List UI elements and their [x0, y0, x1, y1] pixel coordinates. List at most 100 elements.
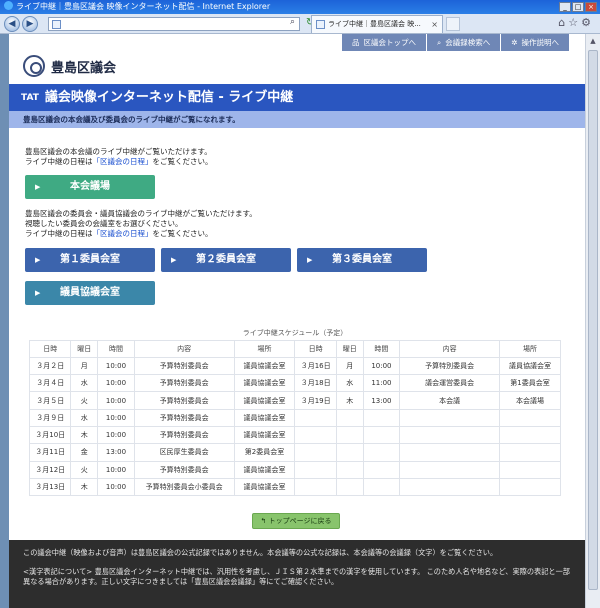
- council-meeting-room-button[interactable]: ▶ 議員協議会室: [25, 281, 155, 305]
- maximize-button[interactable]: □: [572, 2, 584, 12]
- schedule-header-cell: 日時: [28, 339, 72, 358]
- schedule-header-cell: 曜日: [335, 339, 364, 358]
- scrollbar-thumb[interactable]: [588, 50, 598, 590]
- return-arrow-icon: ↰: [260, 517, 269, 525]
- page-banner: TAT 議会映像インターネット配信 - ライブ中継: [9, 84, 585, 114]
- table-cell: 議員協議会室: [499, 356, 561, 376]
- table-cell: 本会議: [399, 391, 501, 410]
- table-cell: 11:00: [362, 374, 401, 393]
- table-cell: [399, 460, 501, 479]
- nav-minutes-search[interactable]: ⌕ 会議録検索へ: [427, 34, 502, 51]
- schedule-header-cell: 時間: [362, 339, 401, 358]
- gear-icon: ✲: [511, 38, 518, 47]
- table-cell: [335, 443, 364, 462]
- table-cell: 木: [70, 425, 99, 445]
- table-cell: ３月13日: [28, 477, 72, 497]
- table-cell: 予算特別委員会: [133, 374, 235, 393]
- nav-help[interactable]: ✲ 操作説明へ: [501, 34, 569, 51]
- schedule-link-2[interactable]: 「区議会の日程」: [93, 229, 153, 238]
- table-cell: [294, 443, 337, 462]
- top-navigation: 品区議会トップへ ⌕ 会議録検索へ ✲ 操作説明へ: [342, 34, 569, 51]
- table-cell: 木: [335, 391, 364, 410]
- schedule-caption: ライブ中継スケジュール（予定）: [242, 328, 348, 337]
- table-cell: 月: [335, 356, 364, 376]
- schedule-header-cell: 場所: [499, 339, 561, 358]
- table-cell: 議員協議会室: [233, 374, 296, 393]
- table-cell: 金: [70, 443, 99, 462]
- table-cell: ３月16日: [294, 356, 337, 376]
- table-cell: ３月11日: [28, 443, 72, 462]
- minimize-button[interactable]: _: [559, 2, 571, 12]
- back-to-top-button[interactable]: ↰ トップページに戻る: [252, 513, 340, 529]
- table-cell: 予算特別委員会: [133, 425, 235, 445]
- schedule-header-row: 日時 曜日 時間 内容 場所 日時 曜日 時間 内容 場所: [28, 339, 561, 358]
- table-cell: [362, 408, 401, 427]
- table-cell: [499, 425, 561, 445]
- table-cell: [499, 460, 561, 479]
- table-cell: 予算特別委員会: [133, 356, 235, 376]
- table-cell: 13:00: [362, 391, 401, 410]
- footer-disclaimer: この議会中継（映像および音声）は豊島区議会の公式記録ではありません。本会議等の公…: [23, 548, 498, 557]
- committee-room-3-button[interactable]: ▶ 第３委員会室: [297, 248, 427, 272]
- table-cell: 10:00: [97, 425, 135, 445]
- table-row: ３月４日水 10:00 予算特別委員会 議員協議会室 ３月18日水 11:00 議会運営委員…: [28, 374, 561, 393]
- page-footer: この議会中継（映像および音声）は豊島区議会の公式記録ではありません。本会議等の公…: [9, 540, 585, 608]
- forward-button[interactable]: ▶: [22, 16, 38, 32]
- schedule-header-cell: 日時: [294, 339, 337, 358]
- scroll-up-icon[interactable]: ▲: [586, 34, 600, 48]
- tab-label: ライブ中継｜豊島区議会 映...: [328, 20, 421, 28]
- page-content: 品区議会トップへ ⌕ 会議録検索へ ✲ 操作説明へ 豊島区議会 TAT 議会映像インタ…: [9, 34, 585, 608]
- favorites-star-icon[interactable]: ☆: [568, 16, 581, 29]
- page-icon: [52, 20, 61, 29]
- table-row: ３月11日金 13:00 区民厚生委員会 第2委員会室: [28, 443, 561, 462]
- home-icon[interactable]: ⌂: [558, 16, 568, 29]
- table-cell: ３月18日: [294, 374, 337, 393]
- table-cell: 第1委員会室: [499, 374, 561, 393]
- plenary-hall-button[interactable]: ▶ 本会議場: [25, 175, 155, 199]
- table-cell: 議員協議会室: [233, 425, 296, 445]
- schedule-header-cell: 内容: [133, 339, 235, 358]
- table-cell: 10:00: [97, 477, 135, 497]
- site-logo[interactable]: 豊島区議会: [23, 54, 116, 78]
- intro-plenary: 豊島区議会の本会議のライブ中継がご覧いただけます。 ライブ中継の日程は「区議会の…: [25, 147, 213, 166]
- table-cell: [294, 408, 337, 427]
- table-cell: 議員協議会室: [233, 477, 296, 497]
- table-cell: [362, 443, 401, 462]
- address-search-icon[interactable]: ⌕: [290, 17, 295, 27]
- back-button[interactable]: ◀: [4, 16, 20, 32]
- committee-room-2-button[interactable]: ▶ 第２委員会室: [161, 248, 291, 272]
- table-cell: ３月９日: [28, 408, 72, 427]
- nav-council-top[interactable]: 品区議会トップへ: [342, 34, 427, 51]
- table-cell: [335, 477, 364, 497]
- table-cell: [499, 408, 561, 427]
- table-row: ３月12日火 10:00 予算特別委員会 議員協議会室: [28, 460, 561, 479]
- table-cell: ３月19日: [294, 391, 337, 410]
- vertical-scrollbar[interactable]: ▲: [585, 34, 600, 608]
- table-cell: ３月５日: [28, 391, 72, 410]
- table-cell: 議員協議会室: [233, 408, 296, 427]
- table-cell: 予算特別委員会: [399, 356, 501, 376]
- page-subtitle: 豊島区議会の本会議及び委員会のライブ中継がご覧になれます。: [9, 111, 585, 128]
- table-cell: [399, 408, 501, 427]
- table-cell: ３月12日: [28, 460, 72, 479]
- table-cell: 予算特別委員会小委員会: [133, 477, 235, 497]
- settings-gear-icon[interactable]: ⚙: [581, 16, 594, 29]
- schedule-table: ライブ中継スケジュール（予定） 日時 曜日 時間 内容 場所 日時 曜日 時間 内容 場所 ３月２…: [28, 326, 561, 497]
- table-cell: 10:00: [97, 356, 135, 376]
- table-cell: 月: [70, 356, 99, 376]
- browser-tab[interactable]: ライブ中継｜豊島区議会 映... ×: [311, 15, 443, 33]
- table-row: ３月10日木 10:00 予算特別委員会 議員協議会室: [28, 425, 561, 445]
- intro-committee: 豊島区議会の委員会・議員協議会のライブ中継がご覧いただけます。 視聴したい委員会…: [25, 209, 257, 238]
- footer-kanji-note: <漢字表記について> 豊島区議会インターネット中継では、汎用性を考慮し、ＪＩＳ第…: [23, 567, 570, 586]
- table-cell: 本会議場: [499, 391, 561, 410]
- address-bar[interactable]: ⌕ ▾: [48, 17, 317, 31]
- window-titlebar: ライブ中継｜豊島区議会 映像インターネット配信 - Internet Explo…: [0, 0, 600, 14]
- new-tab-button[interactable]: [446, 17, 460, 31]
- table-cell: 水: [70, 408, 99, 427]
- close-window-button[interactable]: ×: [585, 2, 597, 12]
- schedule-link[interactable]: 「区議会の日程」: [93, 157, 153, 166]
- committee-room-1-button[interactable]: ▶ 第１委員会室: [25, 248, 155, 272]
- tab-close-icon[interactable]: ×: [431, 16, 438, 33]
- table-cell: ３月10日: [28, 425, 72, 445]
- table-cell: 水: [335, 374, 364, 393]
